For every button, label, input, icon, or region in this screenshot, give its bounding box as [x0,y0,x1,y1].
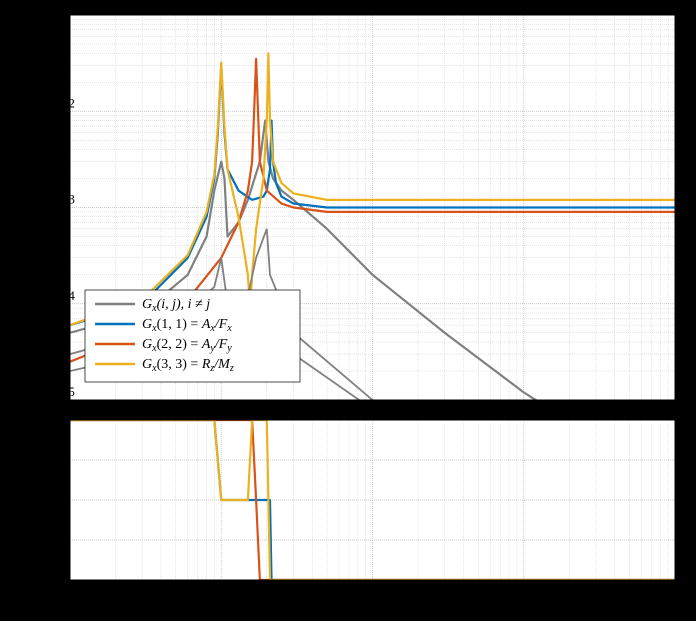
svg-text:10: 10 [49,7,62,22]
svg-text:-5: -5 [64,384,75,399]
svg-text:-90: -90 [45,532,62,547]
svg-text:-2: -2 [64,95,75,110]
svg-text:-1: -1 [79,579,90,594]
mag-ylabel: Magnitude [10,174,26,239]
bode-plot-container: 10-510-410-310-210-1 -180-9009018010-110… [0,0,696,621]
svg-text:10: 10 [366,586,379,601]
legend-entry: Gx(3, 3) = Rz/Mz [142,357,234,374]
bode-plot-svg: 10-510-410-310-210-1 -180-9009018010-110… [0,0,696,621]
svg-text:10: 10 [49,296,62,311]
svg-text:10: 10 [49,392,62,407]
svg-text:-3: -3 [64,192,75,207]
svg-text:10: 10 [517,586,530,601]
svg-text:1: 1 [382,579,389,594]
svg-text:90: 90 [49,452,62,467]
svg-text:2: 2 [533,579,540,594]
svg-text:180: 180 [43,412,63,427]
svg-text:-1: -1 [64,0,75,14]
svg-text:-180: -180 [38,572,62,587]
legend: Gx(i, j), i ≠ jGx(1, 1) = Ax/FxGx(2, 2) … [85,290,300,382]
svg-text:10: 10 [215,586,228,601]
xlabel: Frequency [Hz] [325,600,420,616]
phase-ylabel: Phase [deg] [10,465,26,535]
svg-text:10: 10 [64,586,77,601]
svg-text:10: 10 [49,200,62,215]
svg-text:3: 3 [684,579,691,594]
svg-text:0: 0 [230,579,237,594]
svg-text:10: 10 [669,586,682,601]
svg-text:0: 0 [56,492,63,507]
svg-text:10: 10 [49,103,62,118]
svg-text:-4: -4 [64,288,75,303]
